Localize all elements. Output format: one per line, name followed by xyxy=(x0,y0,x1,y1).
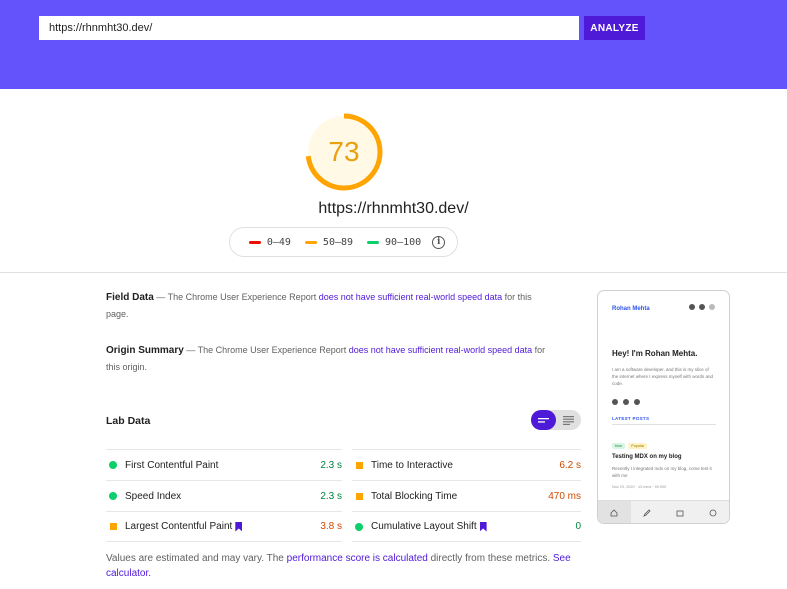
red-dash-icon xyxy=(248,240,261,244)
linkedin-icon xyxy=(634,399,640,405)
preview-post-description: Recently I integrated mdx on my blog, co… xyxy=(612,466,712,478)
preview-post-title: Testing MDX on my blog xyxy=(612,454,682,460)
green-circle-icon xyxy=(109,492,117,500)
github-icon xyxy=(699,304,705,310)
metric-row: Total Blocking Time 470 ms xyxy=(352,480,581,511)
github-icon xyxy=(623,399,629,405)
preview-tags: blue Popular xyxy=(612,443,648,449)
footnote-middle: directly from these metrics. xyxy=(427,553,553,564)
metric-value: 0 xyxy=(575,521,581,532)
performance-score: 73 xyxy=(328,136,360,167)
twitter-icon xyxy=(689,304,695,310)
detail-view-button[interactable] xyxy=(556,410,581,430)
page-screenshot-thumbnail: Rohan Mehta Hey! I'm Rohan Mehta. I am a… xyxy=(597,290,730,524)
bookmark-icon xyxy=(479,521,487,532)
preview-projects-tab xyxy=(664,501,697,523)
metric-label: First Contentful Paint xyxy=(125,459,219,471)
preview-divider xyxy=(612,424,716,425)
preview-description: I am a software developer, and this is m… xyxy=(612,367,714,386)
origin-summary-title: Origin Summary xyxy=(106,345,184,356)
pencil-icon xyxy=(643,508,651,517)
metric-label: Cumulative Layout Shift xyxy=(371,521,477,532)
orange-square-icon xyxy=(356,461,363,469)
preview-blog-tab xyxy=(631,501,664,523)
field-data-link[interactable]: does not have sufficient real-world spee… xyxy=(319,292,502,302)
lab-data-title: Lab Data xyxy=(106,415,151,427)
legend-label: 90–100 xyxy=(385,236,422,248)
metric-value: 6.2 s xyxy=(559,459,581,471)
score-calculated-link[interactable]: performance score is calculated xyxy=(287,553,428,564)
twitter-icon xyxy=(612,399,618,405)
preview-post-meta: Nov 19, 2020 · 13 mins · 99,000 xyxy=(612,485,667,489)
summary-lines-icon xyxy=(538,417,549,423)
metric-label: Largest Contentful Paint xyxy=(125,521,233,532)
field-data-prefix: — The Chrome User Experience Report xyxy=(153,292,319,302)
preview-tag: Popular xyxy=(628,443,648,449)
legend-label: 0–49 xyxy=(266,236,291,248)
legend-item-average: 50–89 xyxy=(304,236,354,248)
preview-header-icons xyxy=(689,304,715,310)
metric-row: Speed Index 2.3 s xyxy=(106,480,342,511)
metrics-view-toggle[interactable] xyxy=(531,410,581,430)
metric-row: Largest Contentful Paint 3.8 s xyxy=(106,511,342,542)
metric-value: 470 ms xyxy=(548,490,581,502)
metric-label-wrap: Cumulative Layout Shift xyxy=(371,521,575,532)
detail-lines-icon xyxy=(563,415,574,425)
home-icon xyxy=(610,508,618,516)
metric-value: 2.3 s xyxy=(320,459,342,471)
footnote-prefix: Values are estimated and may vary. The xyxy=(106,553,287,564)
metric-label: Total Blocking Time xyxy=(371,490,458,502)
green-circle-icon xyxy=(355,522,363,531)
summary-view-button[interactable] xyxy=(531,410,556,430)
preview-hero-title: Hey! I'm Rohan Mehta. xyxy=(612,349,698,358)
origin-summary-link[interactable]: does not have sufficient real-world spee… xyxy=(349,345,532,355)
metric-label: Speed Index xyxy=(125,490,182,502)
theme-toggle-icon xyxy=(709,304,715,310)
analyze-button[interactable]: ANALYZE xyxy=(584,16,645,40)
divider xyxy=(0,272,787,273)
orange-square-icon xyxy=(356,492,363,500)
metric-row: Cumulative Layout Shift 0 xyxy=(352,511,581,542)
url-input[interactable] xyxy=(39,16,579,40)
metric-value: 2.3 s xyxy=(320,490,342,502)
origin-summary-prefix: — The Chrome User Experience Report xyxy=(183,345,349,355)
preview-latest-posts-heading: LATEST POSTS xyxy=(612,416,650,421)
preview-bottom-nav xyxy=(598,500,729,523)
score-legend: 0–49 50–89 90–100 i xyxy=(229,227,458,257)
metric-label-wrap: Largest Contentful Paint xyxy=(125,521,320,532)
preview-home-tab xyxy=(598,501,631,523)
origin-summary-section: Origin Summary — The Chrome User Experie… xyxy=(106,342,546,375)
top-bar: ANALYZE xyxy=(0,0,787,89)
folder-icon xyxy=(676,510,684,516)
preview-about-tab xyxy=(696,501,729,523)
legend-item-poor: 0–49 xyxy=(248,236,291,248)
green-circle-icon xyxy=(109,461,117,469)
orange-square-icon xyxy=(110,523,117,530)
user-icon xyxy=(709,509,717,516)
legend-item-good: 90–100 xyxy=(367,237,421,248)
legend-label: 50–89 xyxy=(322,236,354,248)
green-dash-icon xyxy=(367,240,380,244)
metric-value: 3.8 s xyxy=(320,521,342,532)
metric-row: First Contentful Paint 2.3 s xyxy=(106,449,342,480)
orange-dash-icon xyxy=(304,240,317,244)
analyzed-url: https://rhnmht30.dev/ xyxy=(318,200,469,217)
lab-footnote: Values are estimated and may vary. The p… xyxy=(106,551,586,581)
metric-row: Time to Interactive 6.2 s xyxy=(352,449,581,480)
metric-label: Time to Interactive xyxy=(371,459,453,471)
field-data-title: Field Data xyxy=(106,292,154,303)
field-data-section: Field Data — The Chrome User Experience … xyxy=(106,289,546,322)
preview-tag: blue xyxy=(612,443,626,449)
preview-social-icons xyxy=(612,399,640,405)
bookmark-icon xyxy=(235,521,243,532)
info-icon[interactable]: i xyxy=(432,235,446,249)
